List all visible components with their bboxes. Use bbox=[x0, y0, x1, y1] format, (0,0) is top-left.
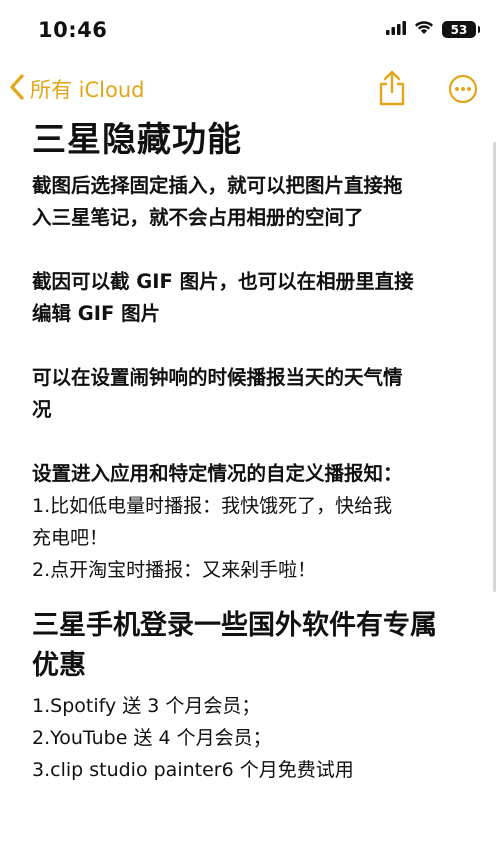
note-line: 况 bbox=[32, 398, 52, 421]
note-line: 截因可以截 GIF 图片，也可以在相册里直接 bbox=[32, 270, 414, 293]
list-item: 1.比如低电量时播报：我快饿死了，快给我 bbox=[32, 495, 393, 517]
note-title: 三星隐藏功能 bbox=[32, 120, 242, 160]
note-body[interactable]: 三星隐藏功能 截图后选择固定插入，就可以把图片直接拖 入三星笔记，就不会占用相册… bbox=[32, 116, 472, 786]
note-line: 编辑 GIF 图片 bbox=[32, 302, 161, 325]
share-button[interactable] bbox=[376, 70, 408, 110]
status-time: 10:46 bbox=[38, 18, 108, 42]
more-button[interactable] bbox=[448, 74, 478, 108]
section-heading: 设置进入应用和特定情况的自定义播报知： bbox=[32, 462, 403, 485]
status-bar: 10:46 53 bbox=[0, 0, 500, 62]
status-icons: 53 bbox=[386, 20, 480, 39]
list-item: 2.YouTube 送 4 个月会员； bbox=[32, 727, 272, 749]
note-line: 可以在设置闹钟响的时候播报当天的天气情 bbox=[32, 366, 403, 389]
signal-icon bbox=[386, 20, 406, 39]
back-label: 所有 iCloud bbox=[30, 78, 145, 102]
note-line: 入三星笔记，就不会占用相册的空间了 bbox=[32, 206, 364, 229]
share-icon bbox=[376, 70, 408, 110]
list-item: 2.点开淘宝时播报：又来剁手啦！ bbox=[32, 559, 317, 581]
list-item: 充电吧！ bbox=[32, 527, 109, 549]
wifi-icon bbox=[414, 20, 434, 39]
section-heading: 优惠 bbox=[32, 650, 86, 681]
back-button[interactable]: 所有 iCloud bbox=[10, 74, 145, 104]
scrollbar[interactable] bbox=[493, 142, 496, 592]
section-heading: 三星手机登录一些国外软件有专属 bbox=[32, 610, 437, 641]
more-icon bbox=[448, 74, 478, 108]
note-line: 截图后选择固定插入，就可以把图片直接拖 bbox=[32, 174, 403, 197]
list-item: 1.Spotify 送 3 个月会员； bbox=[32, 695, 261, 717]
nav-bar: 所有 iCloud bbox=[0, 66, 500, 114]
battery-icon: 53 bbox=[442, 21, 480, 38]
chevron-left-icon bbox=[10, 74, 24, 104]
battery-level: 53 bbox=[450, 22, 468, 37]
list-item: 3.clip studio painter6 个月免费试用 bbox=[32, 759, 354, 781]
